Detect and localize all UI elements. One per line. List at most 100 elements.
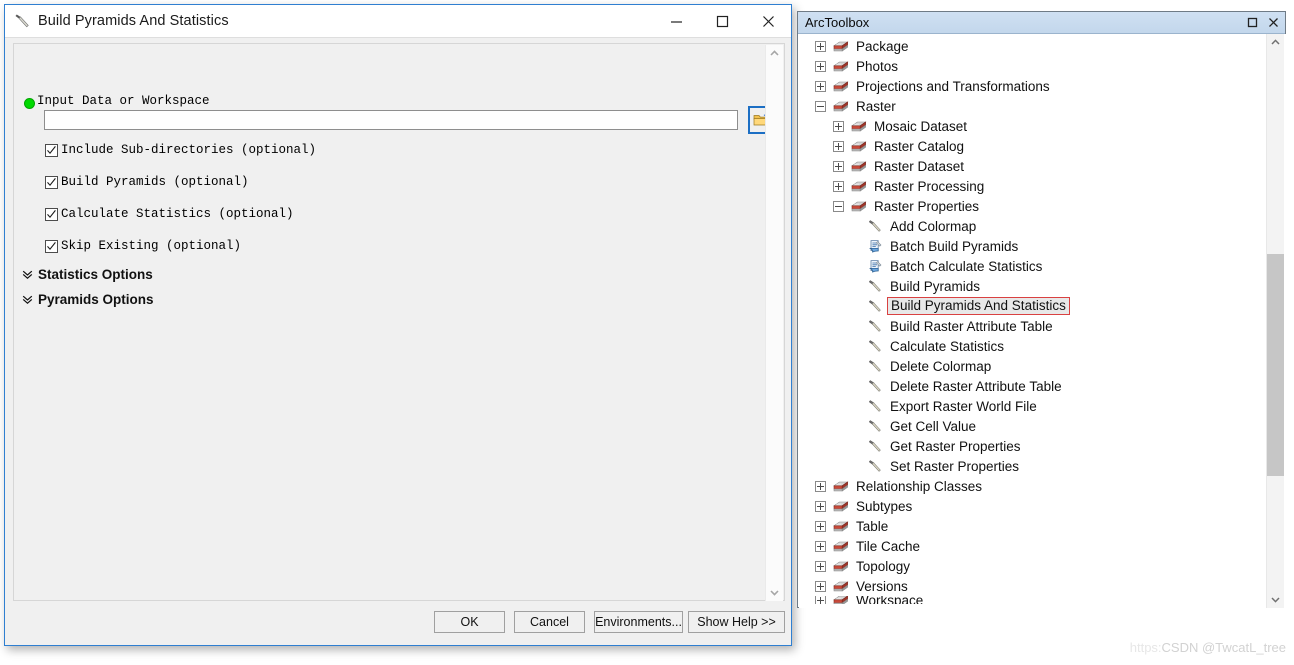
ok-button[interactable]: OK [434,611,505,633]
expand-plus-icon[interactable] [833,180,844,192]
tree-item[interactable]: Workspace [799,596,1267,604]
arctoolbox-close-button[interactable] [1267,16,1280,29]
maximize-button[interactable] [699,5,745,37]
tree-item[interactable]: Build Pyramids [799,276,1267,296]
expander-pyramids-options[interactable]: Pyramids Options [22,292,154,307]
expand-plus-icon[interactable] [833,120,844,132]
tree-item[interactable]: Projections and Transformations [799,76,1267,96]
checkbox-row-calculate-statistics[interactable]: Calculate Statistics (optional) [45,207,294,221]
tree-item[interactable]: Raster Catalog [799,136,1267,156]
collapse-minus-icon[interactable] [815,100,826,112]
toolbox-icon [832,579,849,594]
expand-plus-icon[interactable] [815,480,826,492]
toolbox-icon [851,120,867,132]
tree-item[interactable]: Delete Colormap [799,356,1267,376]
minimize-button[interactable] [653,5,699,37]
checkbox-skip-existing[interactable] [45,239,58,253]
hammer-tool-icon [868,439,881,452]
expand-plus-icon[interactable] [815,540,826,552]
arctoolbox-scrollbar-thumb[interactable] [1267,254,1284,476]
scroll-down-arrow-icon[interactable] [766,584,783,601]
toolbox-icon [850,159,867,174]
tree-item[interactable]: Batch Build Pyramids [799,236,1267,256]
checkbox-include-sub-directories[interactable] [45,143,58,157]
expand-plus-icon[interactable] [815,80,826,92]
tree-item[interactable]: Batch Calculate Statistics [799,256,1267,276]
expand-plus-icon[interactable] [815,520,826,532]
collapse-minus-icon[interactable] [833,200,844,212]
arctoolbox-vertical-scrollbar[interactable] [1266,34,1284,608]
checkbox-row-build-pyramids[interactable]: Build Pyramids (optional) [45,175,249,189]
tree-item[interactable]: Photos [799,56,1267,76]
tree-item[interactable]: Package [799,36,1267,56]
input-data-label: Input Data or Workspace [37,94,210,108]
tree-item[interactable]: Raster Processing [799,176,1267,196]
tree-item[interactable]: Raster [799,96,1267,116]
tree-item[interactable]: Add Colormap [799,216,1267,236]
tree-item[interactable]: Tile Cache [799,536,1267,556]
tree-item-label: Raster [856,98,896,114]
hammer-tool-icon [15,13,29,27]
tree-item[interactable]: Table [799,516,1267,536]
batch-script-icon [869,239,882,253]
input-data-or-workspace-field[interactable] [44,110,738,130]
checkmark-icon [47,241,56,250]
batch-script-icon [868,239,883,254]
cancel-button[interactable]: Cancel [514,611,585,633]
tree-item[interactable]: Mosaic Dataset [799,116,1267,136]
tree-item[interactable]: Calculate Statistics [799,336,1267,356]
tree-item[interactable]: Subtypes [799,496,1267,516]
tree-item[interactable]: Raster Dataset [799,156,1267,176]
tree-item[interactable]: Export Raster World File [799,396,1267,416]
scroll-up-arrow-icon[interactable] [766,45,783,62]
tree-item[interactable]: Build Raster Attribute Table [799,316,1267,336]
tree-item[interactable]: Get Raster Properties [799,436,1267,456]
checkbox-calculate-statistics[interactable] [45,207,58,221]
expand-plus-icon[interactable] [815,60,826,72]
chevron-double-down-icon [22,295,33,305]
checkbox-build-pyramids[interactable] [45,175,58,189]
toolbox-icon [832,99,849,114]
show-help-button[interactable]: Show Help >> [688,611,785,633]
arctoolbox-maximize-button[interactable] [1246,16,1259,29]
expand-plus-icon[interactable] [815,40,826,52]
expander-statistics-options[interactable]: Statistics Options [22,267,153,282]
close-button[interactable] [745,5,791,37]
arctoolbox-scroll-down-arrow-icon[interactable] [1267,591,1284,608]
tree-item[interactable]: Relationship Classes [799,476,1267,496]
arctoolbox-tree-container[interactable]: Package Photos Projections and Transformat… [799,34,1286,608]
checkbox-row-include-sub-directories[interactable]: Include Sub-directories (optional) [45,143,316,157]
expand-plus-icon[interactable] [833,140,844,152]
arctoolbox-scroll-up-arrow-icon[interactable] [1267,34,1284,51]
tree-item[interactable]: Build Pyramids And Statistics [799,296,1267,316]
tree-item-label: Topology [856,558,911,574]
tree-item-label: Mosaic Dataset [874,118,968,134]
toolbox-icon [832,39,849,54]
tree-item[interactable]: Get Cell Value [799,416,1267,436]
checkbox-row-skip-existing[interactable]: Skip Existing (optional) [45,239,241,253]
hammer-tool-icon [868,419,881,432]
hammer-tool-icon [868,399,883,414]
tree-item[interactable]: Delete Raster Attribute Table [799,376,1267,396]
tree-item-label: Calculate Statistics [890,338,1005,354]
environments-button[interactable]: Environments... [594,611,683,633]
arctoolbox-panel: ArcToolbox Package Photos Projections and … [797,11,1286,608]
tree-item[interactable]: Raster Properties [799,196,1267,216]
expand-plus-icon[interactable] [815,560,826,572]
expand-plus-icon[interactable] [833,160,844,172]
tree-item-label: Export Raster World File [890,398,1037,414]
dialog-vertical-scrollbar[interactable] [765,45,783,601]
toolbox-icon [833,520,849,532]
expand-plus-icon[interactable] [815,580,826,592]
expand-plus-icon[interactable] [815,596,826,604]
checkmark-icon [47,209,56,218]
tree-item[interactable]: Set Raster Properties [799,456,1267,476]
arctoolbox-tree: Package Photos Projections and Transformat… [799,36,1267,604]
tree-item[interactable]: Topology [799,556,1267,576]
expand-plus-icon[interactable] [815,500,826,512]
tree-item[interactable]: Versions [799,576,1267,596]
